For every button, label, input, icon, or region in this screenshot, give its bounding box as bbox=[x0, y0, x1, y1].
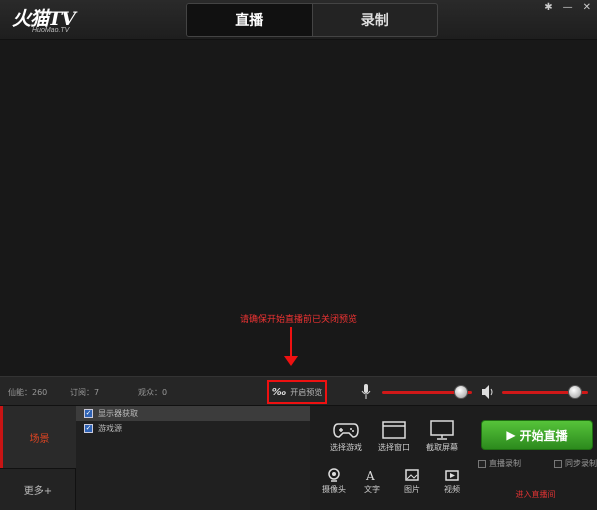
video-label: 视频 bbox=[444, 485, 460, 494]
image-label: 图片 bbox=[404, 485, 420, 494]
source-checkbox[interactable]: ✓ bbox=[84, 424, 93, 433]
video-icon bbox=[445, 470, 459, 481]
live-record-label: 直播录制 bbox=[489, 459, 521, 468]
preview-toggle-button[interactable]: ‰ 开启预览 bbox=[267, 380, 327, 404]
enter-room-link[interactable]: 进入直播间 bbox=[474, 489, 597, 500]
text-icon: A bbox=[365, 469, 375, 482]
scene-sidebar: 场景 更多+ bbox=[0, 406, 76, 510]
more-button[interactable]: 更多+ bbox=[0, 468, 76, 510]
live-record-option[interactable]: 直播录制 bbox=[478, 458, 521, 469]
source-tools: 选择游戏 选择窗口 截取屏幕 摄像头 A 文字 图片 视频 bbox=[316, 406, 474, 510]
play-icon: ▶ bbox=[506, 428, 516, 442]
camera-button[interactable]: 摄像头 bbox=[316, 468, 352, 495]
live-options: 直播录制 同步录制 bbox=[478, 458, 597, 469]
camera-icon bbox=[328, 468, 340, 482]
monitor-icon bbox=[430, 420, 454, 440]
sync-record-checkbox[interactable] bbox=[554, 459, 562, 468]
minimize-icon[interactable]: — bbox=[563, 2, 573, 13]
live-controls: ▶ 开始直播 直播录制 同步录制 进入直播间 bbox=[474, 406, 597, 510]
camera-label: 摄像头 bbox=[322, 485, 346, 494]
source-item-game[interactable]: ✓ 游戏源 bbox=[76, 421, 310, 436]
viewer-count: 观众：0 bbox=[138, 388, 168, 397]
source-label: 游戏源 bbox=[98, 424, 122, 433]
window-controls: ✱ — ✕ bbox=[544, 2, 591, 13]
close-icon[interactable]: ✕ bbox=[583, 2, 591, 13]
live-record-checkbox[interactable] bbox=[478, 459, 486, 468]
text-label: 文字 bbox=[364, 485, 380, 494]
image-icon bbox=[405, 469, 419, 481]
text-button[interactable]: A 文字 bbox=[354, 468, 390, 495]
capture-screen-label: 截取屏幕 bbox=[426, 443, 458, 452]
source-list: ✓ 显示器获取 ✓ 游戏源 bbox=[76, 406, 310, 510]
status-bar: 仙能：260 订阅：7 观众：0 ‰ 开启预览 bbox=[0, 376, 597, 406]
start-live-label: 开始直播 bbox=[519, 428, 568, 443]
source-label: 显示器获取 bbox=[98, 409, 138, 418]
tab-record[interactable]: 录制 bbox=[313, 4, 438, 36]
gamepad-icon bbox=[333, 423, 359, 438]
speaker-icon[interactable] bbox=[482, 385, 494, 399]
select-window-label: 选择窗口 bbox=[378, 443, 410, 452]
preview-eye-icon: ‰ bbox=[271, 386, 287, 398]
start-live-button[interactable]: ▶ 开始直播 bbox=[481, 420, 593, 450]
mode-tabs: 直播 录制 bbox=[186, 3, 438, 37]
svg-text:A: A bbox=[365, 469, 375, 482]
select-window-button[interactable]: 选择窗口 bbox=[372, 420, 416, 453]
control-panel: 场景 更多+ ✓ 显示器获取 ✓ 游戏源 选择游戏 选择窗口 截取屏幕 摄像头 … bbox=[0, 406, 597, 510]
annotation-arrow-line bbox=[290, 327, 292, 357]
subscription-count: 订阅：7 bbox=[70, 388, 100, 397]
preview-toggle-label: 开启预览 bbox=[290, 387, 323, 397]
preview-area: 请确保开始直播前已关闭预览 bbox=[0, 40, 597, 376]
window-icon bbox=[382, 421, 406, 439]
capture-screen-button[interactable]: 截取屏幕 bbox=[420, 420, 464, 453]
sync-record-label: 同步录制 bbox=[565, 459, 597, 468]
video-button[interactable]: 视频 bbox=[434, 468, 470, 495]
sync-record-option[interactable]: 同步录制 bbox=[554, 458, 597, 469]
scene-tab[interactable]: 场景 bbox=[0, 406, 76, 468]
microphone-icon[interactable] bbox=[361, 384, 371, 400]
app-logo-subtitle: HuoMao.TV bbox=[32, 27, 70, 34]
source-checkbox[interactable]: ✓ bbox=[84, 409, 93, 418]
select-game-label: 选择游戏 bbox=[330, 443, 362, 452]
select-game-button[interactable]: 选择游戏 bbox=[324, 420, 368, 453]
image-button[interactable]: 图片 bbox=[394, 468, 430, 495]
tab-live[interactable]: 直播 bbox=[187, 4, 313, 36]
source-item-display-capture[interactable]: ✓ 显示器获取 bbox=[76, 406, 310, 421]
gear-icon[interactable]: ✱ bbox=[544, 2, 552, 13]
preview-notice: 请确保开始直播前已关闭预览 bbox=[239, 315, 357, 325]
speaker-volume-knob[interactable] bbox=[568, 385, 583, 399]
annotation-arrow-head bbox=[284, 356, 298, 366]
microphone-volume-knob[interactable] bbox=[454, 385, 469, 399]
fans-count: 仙能：260 bbox=[8, 388, 48, 397]
title-bar: 火猫TV HuoMao.TV 直播 录制 ✱ — ✕ bbox=[0, 0, 597, 40]
